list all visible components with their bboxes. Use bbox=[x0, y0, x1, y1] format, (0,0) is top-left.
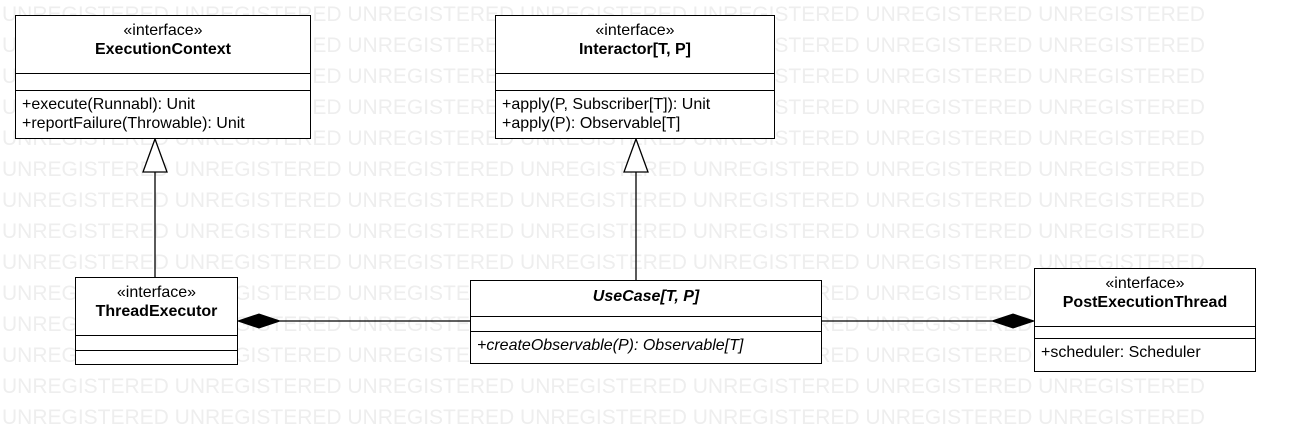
stereotype-label: «interface» bbox=[1105, 275, 1185, 292]
operation: +createObservable(P): Observable[T] bbox=[477, 337, 744, 354]
class-header: «interface» Interactor[T, P] bbox=[496, 16, 774, 73]
class-interactor[interactable]: «interface» Interactor[T, P] +apply(P, S… bbox=[495, 15, 775, 139]
operations-compartment: +scheduler: Scheduler bbox=[1035, 338, 1255, 371]
operation: +reportFailure(Throwable): Unit bbox=[22, 115, 245, 132]
class-name: PostExecutionThread bbox=[1062, 294, 1228, 311]
class-post-execution-thread[interactable]: «interface» PostExecutionThread +schedul… bbox=[1034, 268, 1256, 372]
operations-compartment: +createObservable(P): Observable[T] bbox=[471, 331, 821, 363]
composition-usecase-threadexecutor bbox=[236, 313, 470, 329]
realization-threadexecutor-executioncontext bbox=[142, 137, 168, 277]
class-name: ExecutionContext bbox=[94, 41, 231, 58]
composition-diamond bbox=[990, 313, 1036, 329]
attributes-compartment bbox=[1035, 326, 1255, 338]
operations-compartment: +apply(P, Subscriber[T]): Unit +apply(P)… bbox=[496, 90, 774, 138]
realization-arrowhead bbox=[623, 137, 649, 173]
class-name: UseCase[T, P] bbox=[592, 288, 700, 305]
class-name: Interactor[T, P] bbox=[578, 41, 691, 58]
class-name: ThreadExecutor bbox=[95, 303, 218, 320]
attributes-compartment bbox=[16, 73, 310, 90]
class-header: «interface» ExecutionContext bbox=[16, 16, 310, 73]
operation: +apply(P, Subscriber[T]): Unit bbox=[502, 96, 711, 113]
operation: +apply(P): Observable[T] bbox=[502, 115, 681, 132]
operations-compartment: +execute(Runnabl): Unit +reportFailure(T… bbox=[16, 90, 310, 138]
realization-usecase-interactor bbox=[623, 137, 649, 280]
class-execution-context[interactable]: «interface» ExecutionContext +execute(Ru… bbox=[15, 15, 311, 139]
stereotype-label: «interface» bbox=[123, 22, 203, 39]
stereotype-label: «interface» bbox=[116, 284, 197, 301]
attributes-compartment bbox=[471, 316, 821, 331]
stereotype-label: «interface» bbox=[595, 22, 675, 39]
class-thread-executor[interactable]: «interface» ThreadExecutor bbox=[75, 277, 238, 365]
attributes-compartment bbox=[496, 73, 774, 90]
operations-compartment bbox=[76, 350, 237, 364]
realization-arrowhead bbox=[142, 137, 168, 173]
class-header: «interface» PostExecutionThread bbox=[1035, 269, 1255, 326]
class-use-case[interactable]: UseCase[T, P] +createObservable(P): Obse… bbox=[470, 280, 822, 364]
attribute: +scheduler: Scheduler bbox=[1041, 344, 1201, 361]
operation: +execute(Runnabl): Unit bbox=[22, 96, 195, 113]
composition-usecase-postexecutionthread bbox=[822, 313, 1036, 329]
class-header: UseCase[T, P] bbox=[471, 281, 821, 316]
attributes-compartment bbox=[76, 335, 237, 350]
class-header: «interface» ThreadExecutor bbox=[76, 278, 237, 335]
composition-diamond bbox=[236, 313, 282, 329]
